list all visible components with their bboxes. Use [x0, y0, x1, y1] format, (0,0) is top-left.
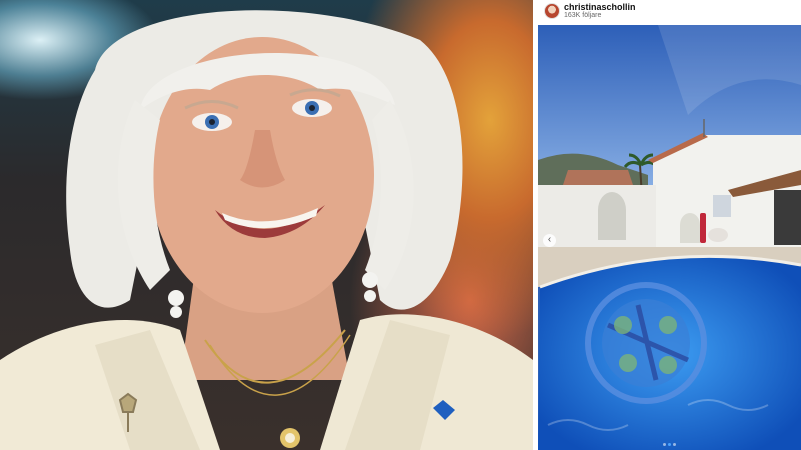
- villa-pool-illustration: [538, 25, 801, 450]
- carousel-dots: [538, 443, 801, 446]
- post-username[interactable]: christinaschollin: [564, 2, 636, 12]
- post-header: christinaschollin 163K följare: [538, 0, 801, 24]
- portrait-illustration: [0, 10, 533, 450]
- post-followers: 163K följare: [564, 12, 602, 19]
- carousel-prev-icon[interactable]: ‹: [543, 234, 556, 247]
- instagram-post: christinaschollin 163K följare ‹: [538, 0, 801, 450]
- carousel-dot: [663, 443, 666, 446]
- carousel-dot: [673, 443, 676, 446]
- profile-avatar-icon[interactable]: [544, 3, 560, 19]
- portrait-photo: [0, 0, 533, 450]
- carousel-dot-active: [668, 443, 671, 446]
- post-photo-villa-pool[interactable]: ‹: [538, 25, 801, 450]
